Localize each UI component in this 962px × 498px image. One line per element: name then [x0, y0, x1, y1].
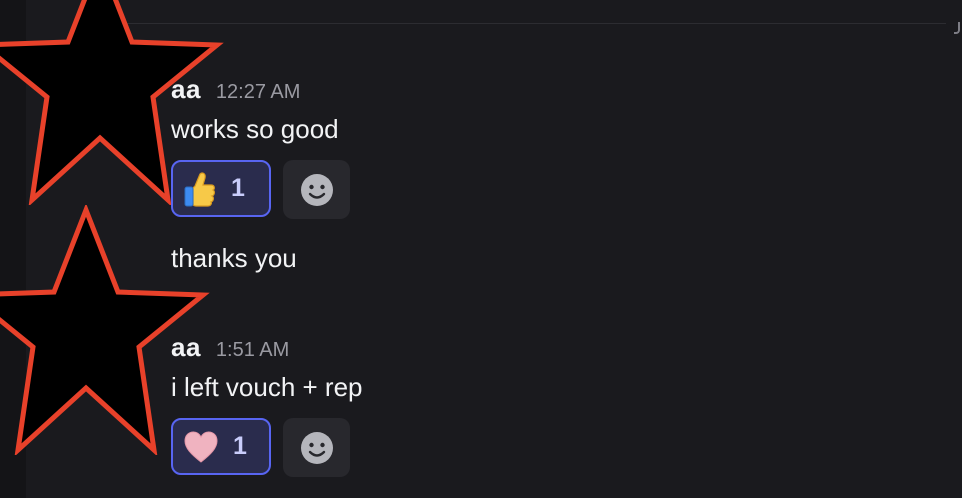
- scroll-corner-icon: [954, 22, 960, 34]
- add-reaction-icon: [300, 173, 333, 206]
- thumbs-up-icon: [183, 171, 217, 207]
- reaction-count: 1: [233, 432, 247, 460]
- heart-icon: [183, 430, 219, 464]
- message-header: aa 1:51 AM: [171, 332, 289, 363]
- add-reaction-button[interactable]: [283, 160, 350, 219]
- reaction-heart[interactable]: 1: [171, 418, 271, 475]
- message-text: works so good: [171, 114, 339, 144]
- message-text: i left vouch + rep: [171, 372, 363, 402]
- add-reaction-button[interactable]: [283, 418, 350, 477]
- reaction-count: 1: [231, 174, 245, 202]
- add-reaction-icon: [300, 431, 333, 464]
- author-name[interactable]: aa: [171, 74, 201, 105]
- message-divider: [106, 23, 946, 24]
- message-timestamp: 12:27 AM: [215, 81, 301, 103]
- message-timestamp: 1:51 AM: [215, 339, 290, 361]
- author-name[interactable]: aa: [171, 332, 201, 363]
- message-header: aa 12:27 AM: [171, 74, 300, 105]
